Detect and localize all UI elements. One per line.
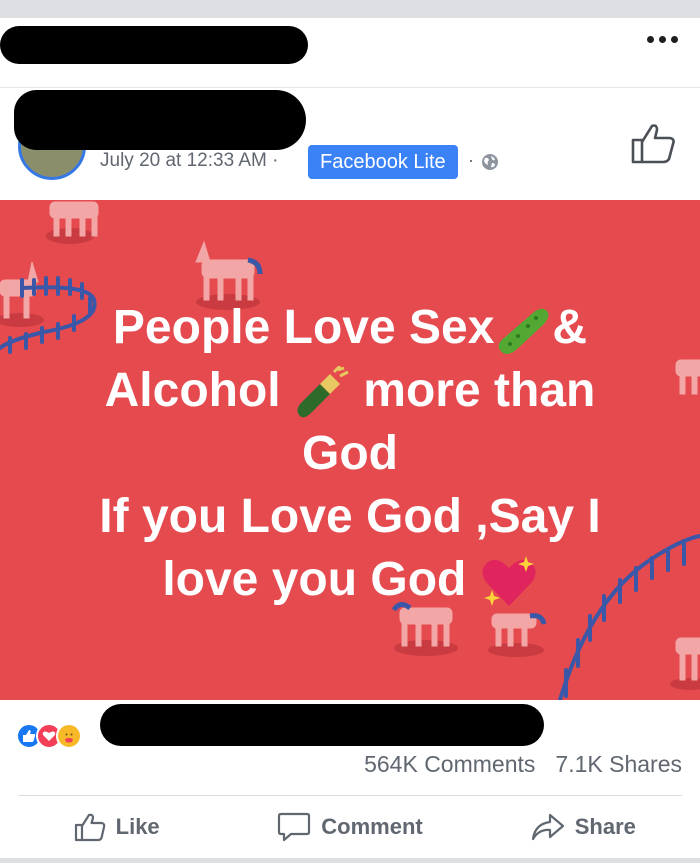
message-line-5: love you God — [40, 548, 660, 611]
message-text: love you God — [162, 553, 480, 606]
message-text: God — [302, 427, 398, 480]
share-icon — [531, 813, 564, 841]
shares-count[interactable]: 7.1K Shares — [555, 751, 682, 778]
redacted-name-top — [0, 26, 308, 64]
post-text-banner: People Love Sex & Alcohol more than God I… — [0, 200, 700, 700]
comment-icon — [278, 812, 311, 842]
bottom-gray-strip — [0, 858, 700, 863]
message-line-1: People Love Sex & — [40, 296, 660, 359]
like-icon — [74, 813, 105, 842]
message-text: & — [552, 301, 588, 354]
reaction-icons[interactable] — [16, 723, 82, 749]
message-text: People Love Sex — [112, 301, 495, 354]
redacted-reactors — [100, 704, 544, 746]
comment-label: Comment — [321, 814, 423, 839]
privacy-separator: · — [468, 150, 474, 170]
message-line-4: If you Love God ,Say I — [40, 485, 660, 548]
like-button[interactable]: Like — [0, 796, 233, 858]
message-line-3: God — [40, 422, 660, 485]
share-button[interactable]: Share — [467, 796, 700, 858]
like-label: Like — [115, 814, 160, 839]
message-text: Alcohol — [104, 364, 294, 417]
unicorn-icon — [488, 613, 547, 657]
comments-count[interactable]: 564K Comments — [364, 751, 535, 778]
like-page-icon[interactable] — [630, 122, 676, 164]
top-gray-strip — [0, 0, 700, 18]
unicorn-icon — [46, 201, 99, 244]
unicorn-icon — [675, 359, 700, 395]
post-actions: Like Comment Share — [0, 796, 700, 858]
engagement-counts: 564K Comments 7.1K Shares — [364, 751, 682, 778]
more-options-icon[interactable] — [647, 36, 678, 43]
unicorn-icon — [391, 602, 458, 656]
unicorn-icon — [670, 637, 700, 690]
message-text: more than — [349, 364, 596, 417]
care-reaction-icon — [56, 723, 82, 749]
message-text: If you Love God ,Say I — [99, 490, 601, 543]
sparkling-heart-icon — [482, 556, 536, 607]
globe-icon[interactable] — [481, 153, 499, 171]
redacted-author-name — [14, 90, 306, 150]
comment-button[interactable]: Comment — [233, 796, 466, 858]
facebook-lite-badge[interactable]: Facebook Lite — [308, 145, 458, 179]
post-timestamp[interactable]: July 20 at 12:33 AM · — [100, 150, 279, 172]
cucumber-icon — [499, 309, 549, 355]
post-message: People Love Sex & Alcohol more than God I… — [40, 296, 660, 611]
share-label: Share — [574, 814, 636, 839]
champagne-bottle-icon — [297, 366, 349, 418]
message-line-2: Alcohol more than — [40, 359, 660, 422]
